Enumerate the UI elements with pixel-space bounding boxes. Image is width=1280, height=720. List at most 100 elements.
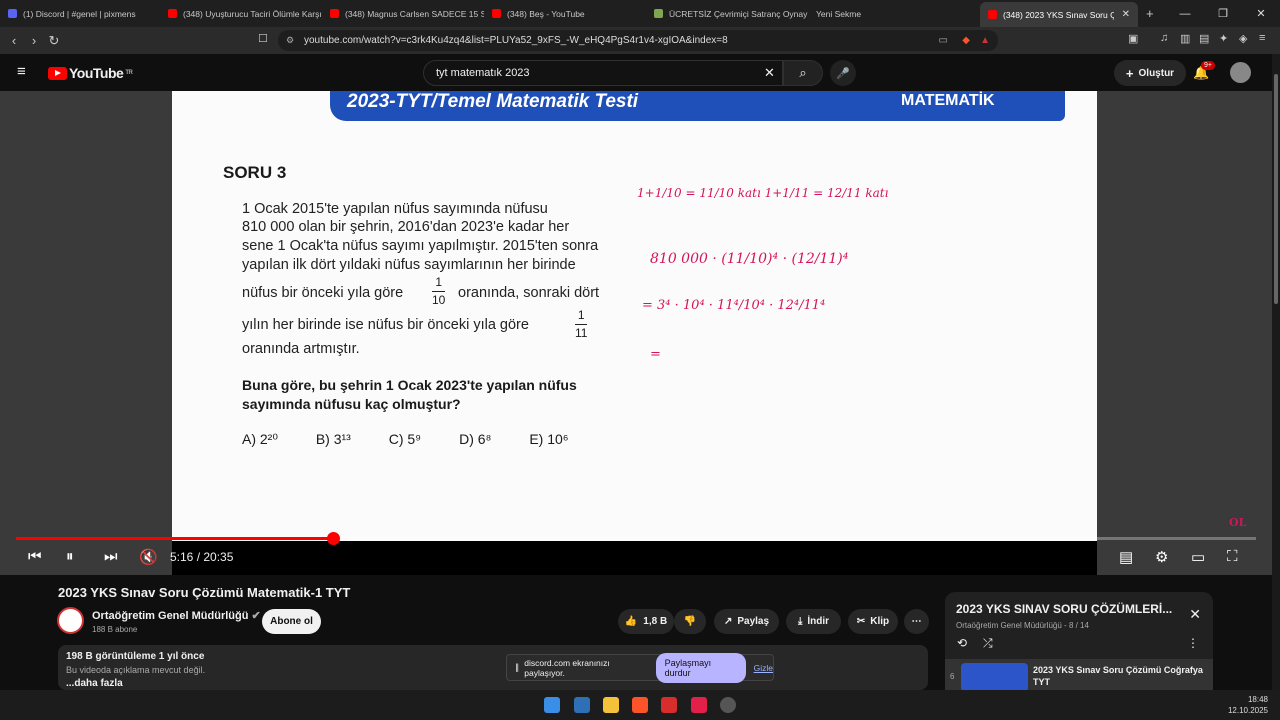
youtube-icon — [330, 9, 339, 18]
more-icon[interactable]: ⋮ — [1187, 636, 1199, 650]
cast-icon[interactable]: ▭ — [939, 35, 948, 46]
maximize-icon[interactable]: ❐ — [1204, 0, 1242, 27]
address-bar-row: ‹ › ↻ ☐ ⚙ youtube.com/watch?v=c3rk4Ku4zq… — [0, 27, 1280, 54]
chess-app-icon[interactable] — [720, 697, 736, 713]
option-d: D) 6⁸ — [459, 431, 492, 447]
thumbs-up-icon: 👍 — [624, 616, 638, 627]
os-taskbar: 18:48 12.10.2025 — [0, 690, 1280, 720]
clip-button[interactable]: ✂ Klip — [848, 609, 898, 634]
channel-avatar[interactable] — [57, 607, 84, 634]
subtitles-icon[interactable]: ▤ — [1119, 548, 1133, 566]
brave-icon[interactable] — [632, 697, 648, 713]
vpn-icon[interactable]: ◈ — [1239, 32, 1247, 45]
video-title: 2023 YKS Sınav Soru Çözümü Matematik-1 T… — [58, 585, 351, 600]
video-player[interactable]: 2023-TYT/Temel Matematik Testi MATEMATİK… — [0, 91, 1272, 575]
hamburger-menu-icon[interactable]: ≡ — [17, 63, 26, 80]
scrollbar-thumb[interactable] — [1274, 74, 1278, 304]
browser-tab[interactable]: (348) Beş - YouTube — [484, 0, 646, 27]
browser-tab[interactable]: (348) Magnus Carlsen SADECE 15 SA — [322, 0, 484, 27]
new-tab-button[interactable]: + — [1138, 0, 1168, 27]
forward-icon[interactable]: › — [24, 33, 44, 48]
reading-icon[interactable]: ▥ — [1180, 32, 1190, 45]
fullscreen-icon[interactable]: ⛶ — [1227, 548, 1238, 565]
player-pillarbox-right — [1097, 91, 1272, 575]
pause-icon[interactable]: ⏸ — [66, 548, 74, 565]
question-line: yapılan ilk dört yıldaki nüfus sayımları… — [242, 257, 576, 273]
music-icon[interactable] — [691, 697, 707, 713]
next-icon[interactable]: ⏭ — [104, 548, 118, 565]
rewards-icon[interactable]: ▲ — [980, 35, 990, 46]
url-field[interactable]: ⚙ youtube.com/watch?v=c3rk4Ku4zq4&list=P… — [278, 30, 998, 51]
video-thumbnail — [961, 663, 1028, 692]
page-scrollbar[interactable] — [1272, 54, 1280, 690]
start-icon[interactable] — [544, 697, 560, 713]
brave-shield-icon[interactable]: ◆ — [962, 35, 970, 46]
stop-sharing-button[interactable]: Paylaşmayı durdur — [655, 652, 746, 683]
scrubber-handle[interactable] — [327, 532, 341, 545]
hide-link[interactable]: Gizle — [754, 663, 773, 673]
handwriting-line: = 3⁴ · 10⁴ · 11⁴/10⁴ · 12⁴/11⁴ — [642, 298, 826, 313]
create-button[interactable]: + Oluştur — [1114, 60, 1186, 86]
app-icon[interactable] — [661, 697, 677, 713]
discord-icon — [8, 9, 17, 18]
chess-icon — [654, 9, 663, 18]
more-icon: ⋯ — [911, 616, 922, 627]
more-actions-button[interactable]: ⋯ — [904, 609, 929, 634]
menu-icon[interactable]: ≡ — [1259, 32, 1265, 44]
browser-tab[interactable]: Yeni Sekme — [808, 0, 980, 27]
search-button[interactable]: ⌕ — [783, 60, 823, 86]
download-button[interactable]: ⤓ İndir — [786, 609, 841, 634]
mute-icon[interactable]: 🔇 — [139, 548, 158, 566]
browser-tab[interactable]: (348) Uyuşturucu Taciri Ölümle Karşı — [160, 0, 322, 27]
media-icon[interactable]: ♫ — [1160, 32, 1168, 44]
close-window-icon[interactable]: ✕ — [1242, 0, 1280, 27]
description-text: Bu videoda açıklama mevcut değil. — [66, 665, 206, 675]
like-button[interactable]: 👍 1,8 B — [618, 609, 674, 634]
close-tab-icon[interactable]: ✕ — [1122, 9, 1130, 20]
previous-icon[interactable]: ⏮ — [28, 548, 42, 565]
back-icon[interactable]: ‹ — [4, 33, 24, 48]
dislike-button[interactable]: 👎 — [674, 609, 706, 634]
shuffle-icon[interactable]: ⤮ — [983, 636, 993, 651]
close-icon[interactable]: ✕ — [1189, 606, 1201, 623]
time-display: 5:16 / 20:35 — [170, 550, 234, 564]
bookmark-icon[interactable]: ☐ — [258, 32, 268, 45]
ai-icon[interactable]: ✦ — [1219, 32, 1228, 45]
reload-icon[interactable]: ↻ — [44, 33, 64, 49]
pause-bar-icon: ∥ — [515, 662, 520, 672]
option-b: B) 3¹³ — [315, 431, 351, 447]
question-line: yılın her birinde ise nüfus bir önceki y… — [242, 317, 529, 333]
browser-tab[interactable]: ÜCRETSİZ Çevrimiçi Satranç Oynayın — [646, 0, 808, 27]
wallet-icon[interactable]: ▤ — [1199, 32, 1209, 45]
subscribe-button[interactable]: Abone ol — [262, 609, 321, 634]
playlist-title[interactable]: 2023 YKS SINAV SORU ÇÖZÜMLERİ... — [956, 602, 1172, 616]
theater-mode-icon[interactable]: ▭ — [1191, 548, 1205, 566]
site-info-icon[interactable]: ⚙ — [286, 35, 294, 46]
progress-bar[interactable] — [16, 532, 1256, 545]
channel-name[interactable]: Ortaöğretim Genel Müdürlüğü ✔ — [92, 609, 261, 622]
question-line: sene 1 Ocak'ta nüfus sayımı yapılmıştır.… — [242, 238, 599, 254]
browser-tab[interactable]: (1) Discord | #genel | pixmens — [0, 0, 160, 27]
browser-tab-active[interactable]: (348) 2023 YKS Sınav Soru Çözümü✕ — [980, 2, 1138, 27]
system-clock[interactable]: 18:48 12.10.2025 — [1228, 694, 1268, 716]
minimize-icon[interactable]: — — [1166, 0, 1204, 27]
youtube-header: ≡ YouTube TR tyt matematık 2023 ✕ ⌕ 🎤 + O… — [0, 54, 1280, 91]
avatar[interactable] — [1230, 62, 1251, 83]
handwriting-line: 1+1/10 = 11/10 katı 1+1/11 = 12/11 katı — [637, 186, 889, 200]
voice-search-button[interactable]: 🎤 — [830, 60, 856, 86]
file-explorer-icon[interactable] — [603, 697, 619, 713]
settings-icon[interactable]: ⚙ — [1155, 548, 1168, 566]
widgets-icon[interactable] — [574, 697, 590, 713]
share-button[interactable]: ↗ Paylaş — [714, 609, 779, 634]
playlist-item[interactable]: 6 2023 YKS Sınav Soru Çözümü Coğrafya TY… — [945, 659, 1213, 692]
show-more-link[interactable]: ...daha fazla — [66, 678, 920, 689]
loop-icon[interactable]: ⟲ — [957, 636, 967, 650]
search-input[interactable]: tyt matematık 2023 — [423, 60, 783, 86]
youtube-logo[interactable]: YouTube TR — [48, 65, 133, 81]
sidebar-icon[interactable]: ▣ — [1128, 32, 1138, 45]
subscriber-count: 188 B abone — [92, 625, 138, 634]
playlist-subtitle: Ortaöğretim Genel Müdürlüğü - 8 / 14 — [956, 621, 1089, 630]
search-icon: ⌕ — [799, 65, 807, 80]
description-box[interactable]: 198 B görüntüleme 1 yıl önce Bu videoda … — [58, 645, 928, 690]
clear-search-icon[interactable]: ✕ — [764, 65, 775, 81]
